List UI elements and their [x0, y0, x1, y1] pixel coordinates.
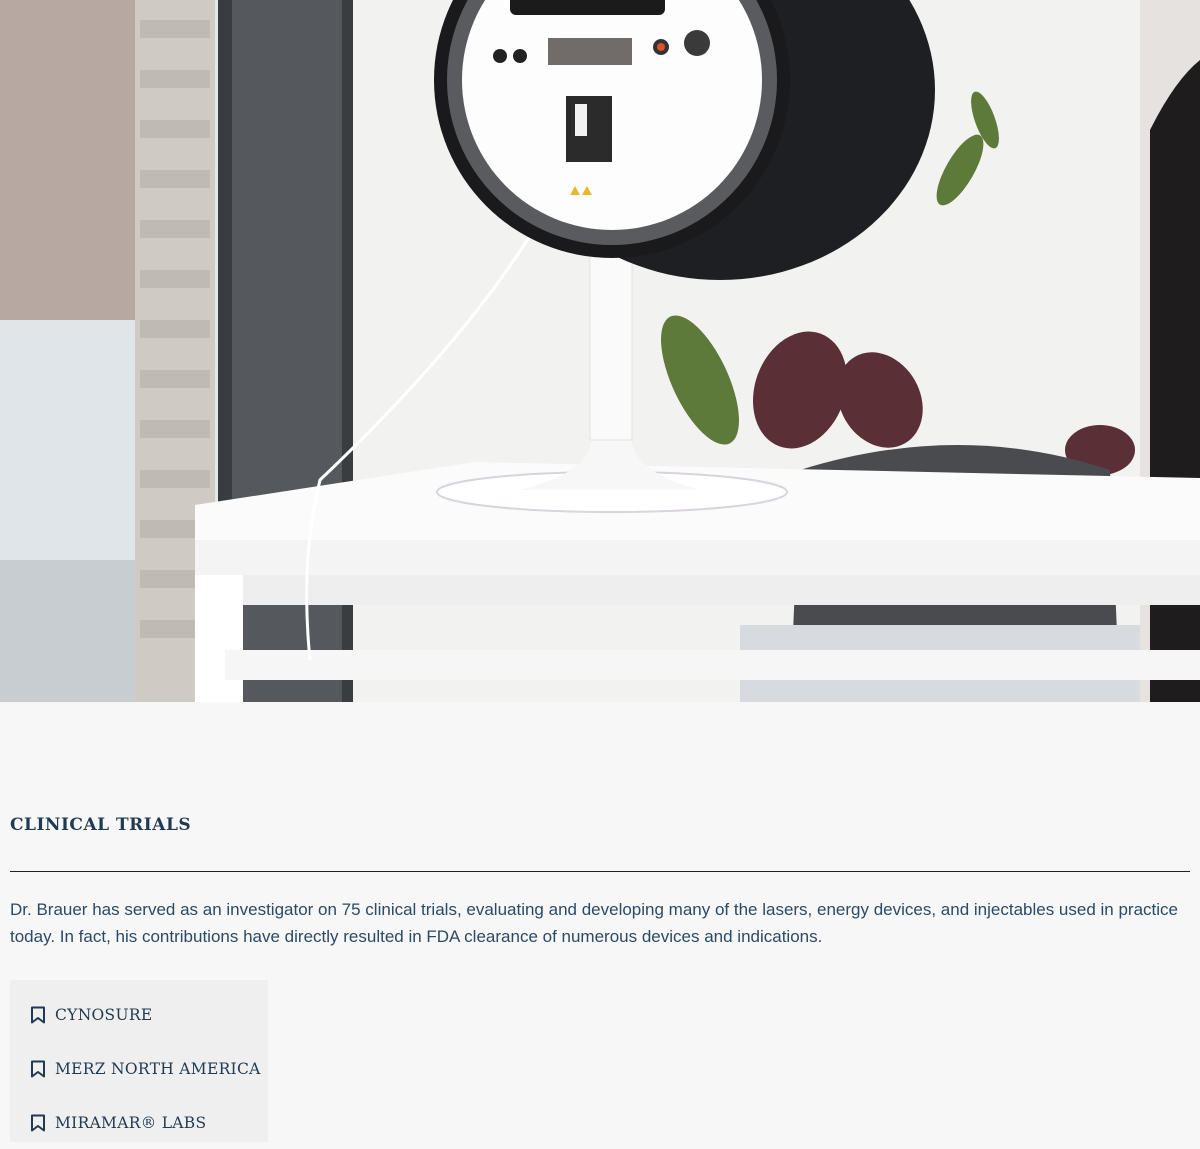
bookmark-icon — [31, 1006, 45, 1024]
section-description: Dr. Brauer has served as an investigator… — [10, 900, 1178, 946]
sponsor-item-cynosure[interactable]: CYNOSURE — [10, 988, 268, 1042]
device-photo — [0, 0, 1200, 702]
sponsor-label: CYNOSURE — [55, 1006, 153, 1024]
sponsor-item-miramar-labs[interactable]: MIRAMAR® LABS — [10, 1096, 268, 1149]
section-title: CLINICAL TRIALS — [10, 815, 192, 835]
bookmark-icon — [31, 1060, 45, 1078]
sponsor-label: MERZ NORTH AMERICA — [55, 1060, 261, 1078]
sponsor-item-merz-north-america[interactable]: MERZ NORTH AMERICA — [10, 1042, 268, 1096]
hero-image — [0, 0, 1200, 702]
sponsor-label: MIRAMAR® LABS — [55, 1114, 207, 1132]
sponsor-list: CYNOSURE MERZ NORTH AMERICA MIRAMAR® LAB… — [10, 980, 268, 1142]
section-divider — [10, 871, 1190, 872]
bookmark-icon — [31, 1114, 45, 1132]
